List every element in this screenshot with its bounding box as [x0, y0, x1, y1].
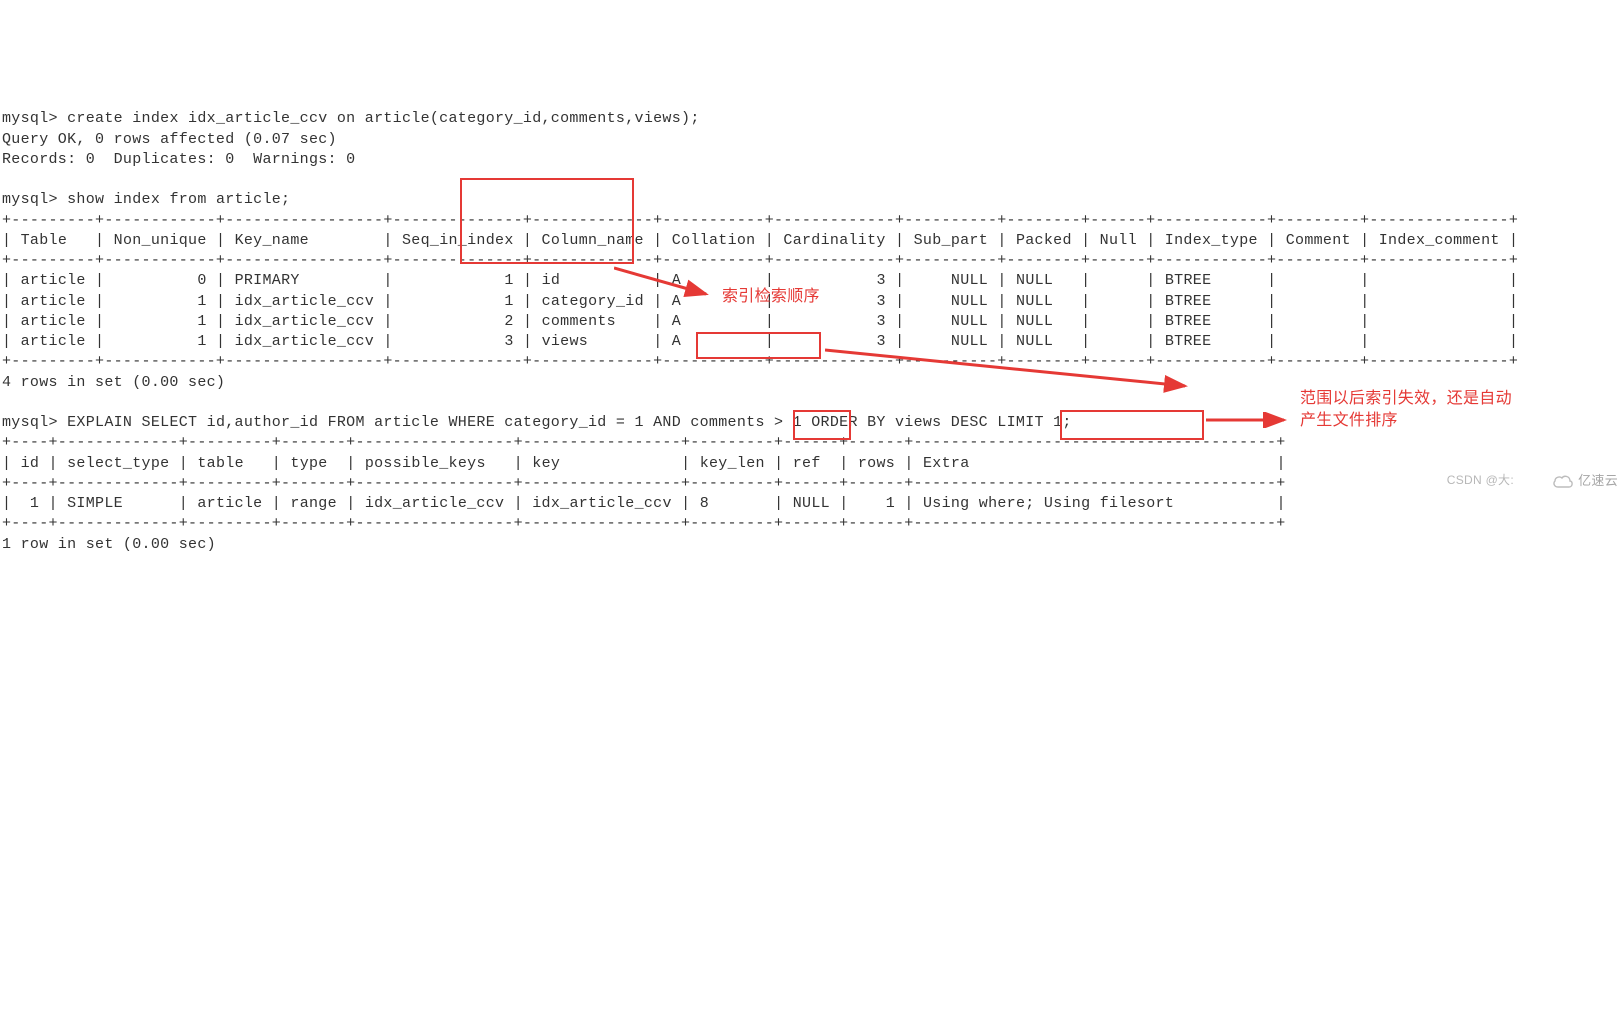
- annotation-range-filesort: 范围以后索引失效，还是自动 产生文件排序: [1300, 388, 1512, 433]
- highlight-comments-gt: [696, 332, 821, 359]
- table-border: +---------+------------+----------------…: [2, 212, 1518, 229]
- result-line: 1 row in set (0.00 sec): [2, 536, 216, 553]
- highlight-seq-col: [460, 178, 634, 264]
- prompt: mysql>: [2, 191, 67, 208]
- sql-create-index: create index idx_article_ccv on article(…: [67, 110, 700, 127]
- annotation-index-order: 索引检索顺序: [722, 286, 820, 308]
- sql-show-index: show index from article;: [67, 191, 290, 208]
- table-border: +----+-------------+---------+-------+--…: [2, 515, 1286, 532]
- prompt: mysql>: [2, 414, 67, 431]
- prompt: mysql>: [2, 110, 67, 127]
- table-row: | 1 | SIMPLE | article | range | idx_art…: [2, 495, 1286, 512]
- cloud-icon: [1552, 473, 1574, 489]
- result-line: Records: 0 Duplicates: 0 Warnings: 0: [2, 151, 355, 168]
- watermark-csdn: CSDN @大:: [1447, 472, 1514, 488]
- watermark-yisu: 亿速云: [1552, 472, 1618, 490]
- terminal-output: mysql> create index idx_article_ccv on a…: [2, 89, 1622, 555]
- table-row: | article | 1 | idx_article_ccv | 2 | co…: [2, 313, 1518, 330]
- table-header-row: | Table | Non_unique | Key_name | Seq_in…: [2, 232, 1518, 249]
- highlight-using-filesort: [1060, 410, 1204, 440]
- table-header-row: | id | select_type | table | type | poss…: [2, 455, 1286, 472]
- highlight-ref-null: [793, 410, 851, 440]
- table-border: +---------+------------+----------------…: [2, 252, 1518, 269]
- sql-explain: EXPLAIN SELECT id,author_id FROM article…: [67, 414, 1072, 431]
- result-line: Query OK, 0 rows affected (0.07 sec): [2, 131, 337, 148]
- result-line: 4 rows in set (0.00 sec): [2, 374, 225, 391]
- table-border: +----+-------------+---------+-------+--…: [2, 475, 1286, 492]
